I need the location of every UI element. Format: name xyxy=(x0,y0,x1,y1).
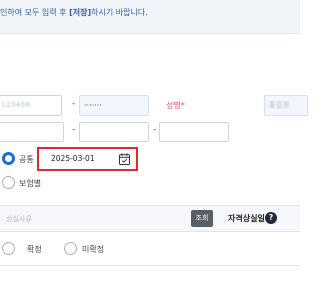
bottom-divider xyxy=(0,265,300,266)
date-value: 2025-03-01 xyxy=(51,154,95,163)
radio-by-insurance-label: 보험별 xyxy=(19,179,42,188)
notice-suffix: 하시기 바랍니다. xyxy=(91,8,148,17)
dash-separator: - xyxy=(153,125,157,135)
resident-number-front-field[interactable]: 123456 xyxy=(0,95,62,116)
name-label-text: 성명 xyxy=(166,101,181,110)
notice-prefix: 인하여 모두 입력 후 xyxy=(0,8,70,17)
help-icon[interactable]: ? xyxy=(265,212,277,224)
notice-highlight: [저장] xyxy=(69,8,92,17)
dash-separator: - xyxy=(72,125,76,135)
loss-reason-section: 상실사유 조회 자격상실일 ? xyxy=(0,205,300,232)
phone-part-2-field[interactable] xyxy=(79,122,149,142)
resident-number-front-value: 123456 xyxy=(1,101,31,109)
name-label: 성명* xyxy=(166,100,185,111)
phone-part-1-field[interactable] xyxy=(0,122,64,142)
radio-common[interactable] xyxy=(2,152,15,165)
dash-separator: - xyxy=(72,99,76,109)
calendar-icon[interactable] xyxy=(119,153,130,165)
resident-number-back-value: ······· xyxy=(84,101,102,110)
radio-confirmed-label: 확정 xyxy=(27,245,42,254)
query-button[interactable]: 조회 xyxy=(191,210,213,227)
radio-unconfirmed[interactable] xyxy=(64,242,77,255)
loss-date-label: 자격상실일 xyxy=(228,214,265,223)
name-field[interactable]: 홍길동 xyxy=(264,95,308,116)
notice-message: 인하여 모두 입력 후 [저장]하시기 바랍니다. xyxy=(0,7,148,18)
phone-part-3-field[interactable] xyxy=(159,122,229,142)
required-mark: * xyxy=(180,101,185,110)
radio-unconfirmed-label: 미확정 xyxy=(82,245,105,254)
name-value: 홍길동 xyxy=(269,101,290,109)
radio-common-label: 공통 xyxy=(19,155,34,164)
acquisition-date-field[interactable]: 2025-03-01 xyxy=(37,147,138,171)
loss-reason-input[interactable]: 상실사유 xyxy=(6,214,32,224)
radio-by-insurance[interactable] xyxy=(2,176,15,189)
radio-confirmed[interactable] xyxy=(2,242,15,255)
resident-number-back-field[interactable]: ······· xyxy=(79,95,149,116)
